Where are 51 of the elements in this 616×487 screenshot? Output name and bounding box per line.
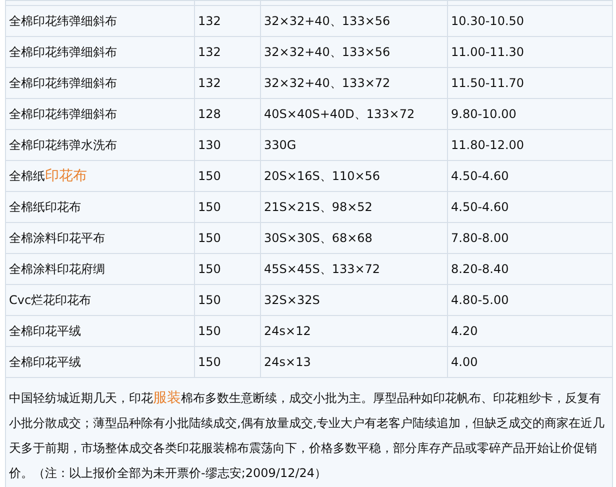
table-cell: 130 xyxy=(198,138,221,152)
table-cell: 45S×45S、133×72 xyxy=(264,262,380,276)
table-cell: 全棉印花纬弹细斜布 xyxy=(9,45,117,59)
table-cell: 330G xyxy=(264,138,296,152)
table-cell: 11.00-11.30 xyxy=(451,45,524,59)
note-paragraph: 中国轻纺城近期几天，印花服装棉布多数生意断续，成交小批为主。厚型品种如印花帆布、印花粗纱卡，反复有小批分散成交；薄型品种除有小批陆续成交,偶有放量成交,专业大户有老客户陆续追加，但缺乏成交的商家在近几天多于前期，市场整体成交各类印花服装棉布震荡向下，价格多数平稳，部分库存产品或零碎产品开始让价促销价。（注：以上报价全部为未开票价-缪志安;2009/12/24） xyxy=(9,389,606,482)
table-cell: 4.00 xyxy=(451,355,478,369)
table-cell: 150 xyxy=(198,324,221,338)
table-cell: 21S×21S、98×52 xyxy=(264,200,372,214)
table-cell: 全棉涂料印花平布 xyxy=(9,231,105,245)
table-cell: 全棉纸印花布 xyxy=(9,168,87,182)
table-cell: 132 xyxy=(198,76,221,90)
table-cell: 30S×30S、68×68 xyxy=(264,231,372,245)
table-cell: 150 xyxy=(198,355,221,369)
table-cell: 8.20-8.40 xyxy=(451,262,509,276)
table-cell: 4.50-4.60 xyxy=(451,169,509,183)
table-cell: 20S×16S、110×56 xyxy=(264,169,380,183)
table-cell: 11.50-11.70 xyxy=(451,76,524,90)
table-cell: Cvc烂花印花布 xyxy=(9,293,92,307)
table-cell: 32×32+40、133×56 xyxy=(264,14,390,28)
table-cell: 32×32+40、133×72 xyxy=(264,76,390,90)
table-cell: 150 xyxy=(198,231,221,245)
table-cell: 全棉印花纬弹细斜布 xyxy=(9,76,117,90)
table-cell: 全棉印花纬弹细斜布 xyxy=(9,107,117,121)
table-cell: 150 xyxy=(198,200,221,214)
link[interactable]: 服装 xyxy=(153,390,181,406)
table-cell: 128 xyxy=(198,107,221,121)
table-cell: 7.80-8.00 xyxy=(451,231,509,245)
table-cell: 全棉印花平绒 xyxy=(9,324,81,338)
table-cell: 24s×13 xyxy=(264,355,311,369)
table-cell: 9.80-10.00 xyxy=(451,107,516,121)
table-cell: 全棉印花纬弹水洗布 xyxy=(9,138,117,152)
table-cell: 4.80-5.00 xyxy=(451,293,509,307)
table-cell: 132 xyxy=(198,14,221,28)
table-cell: 32×32+40、133×56 xyxy=(264,45,390,59)
table-cell: 24s×12 xyxy=(264,324,311,338)
table-cell: 32S×32S xyxy=(264,293,320,307)
table-cell: 11.80-12.00 xyxy=(451,138,524,152)
link[interactable]: 印花布 xyxy=(45,168,87,184)
table-cell: 10.30-10.50 xyxy=(451,14,524,28)
table-cell: 150 xyxy=(198,169,221,183)
table-cell: 40S×40S+40D、133×72 xyxy=(264,107,415,121)
table-cell: 全棉涂料印花府绸 xyxy=(9,262,105,276)
table-cell: 全棉纸印花布 xyxy=(9,200,81,214)
table-cell: 4.20 xyxy=(451,324,478,338)
table-cell: 150 xyxy=(198,262,221,276)
table-cell: 全棉印花平绒 xyxy=(9,355,81,369)
table-cell: 全棉印花纬弹细斜布 xyxy=(9,14,117,28)
table-cell: 4.50-4.60 xyxy=(451,200,509,214)
table-cell: 132 xyxy=(198,45,221,59)
table-cell: 150 xyxy=(198,293,221,307)
